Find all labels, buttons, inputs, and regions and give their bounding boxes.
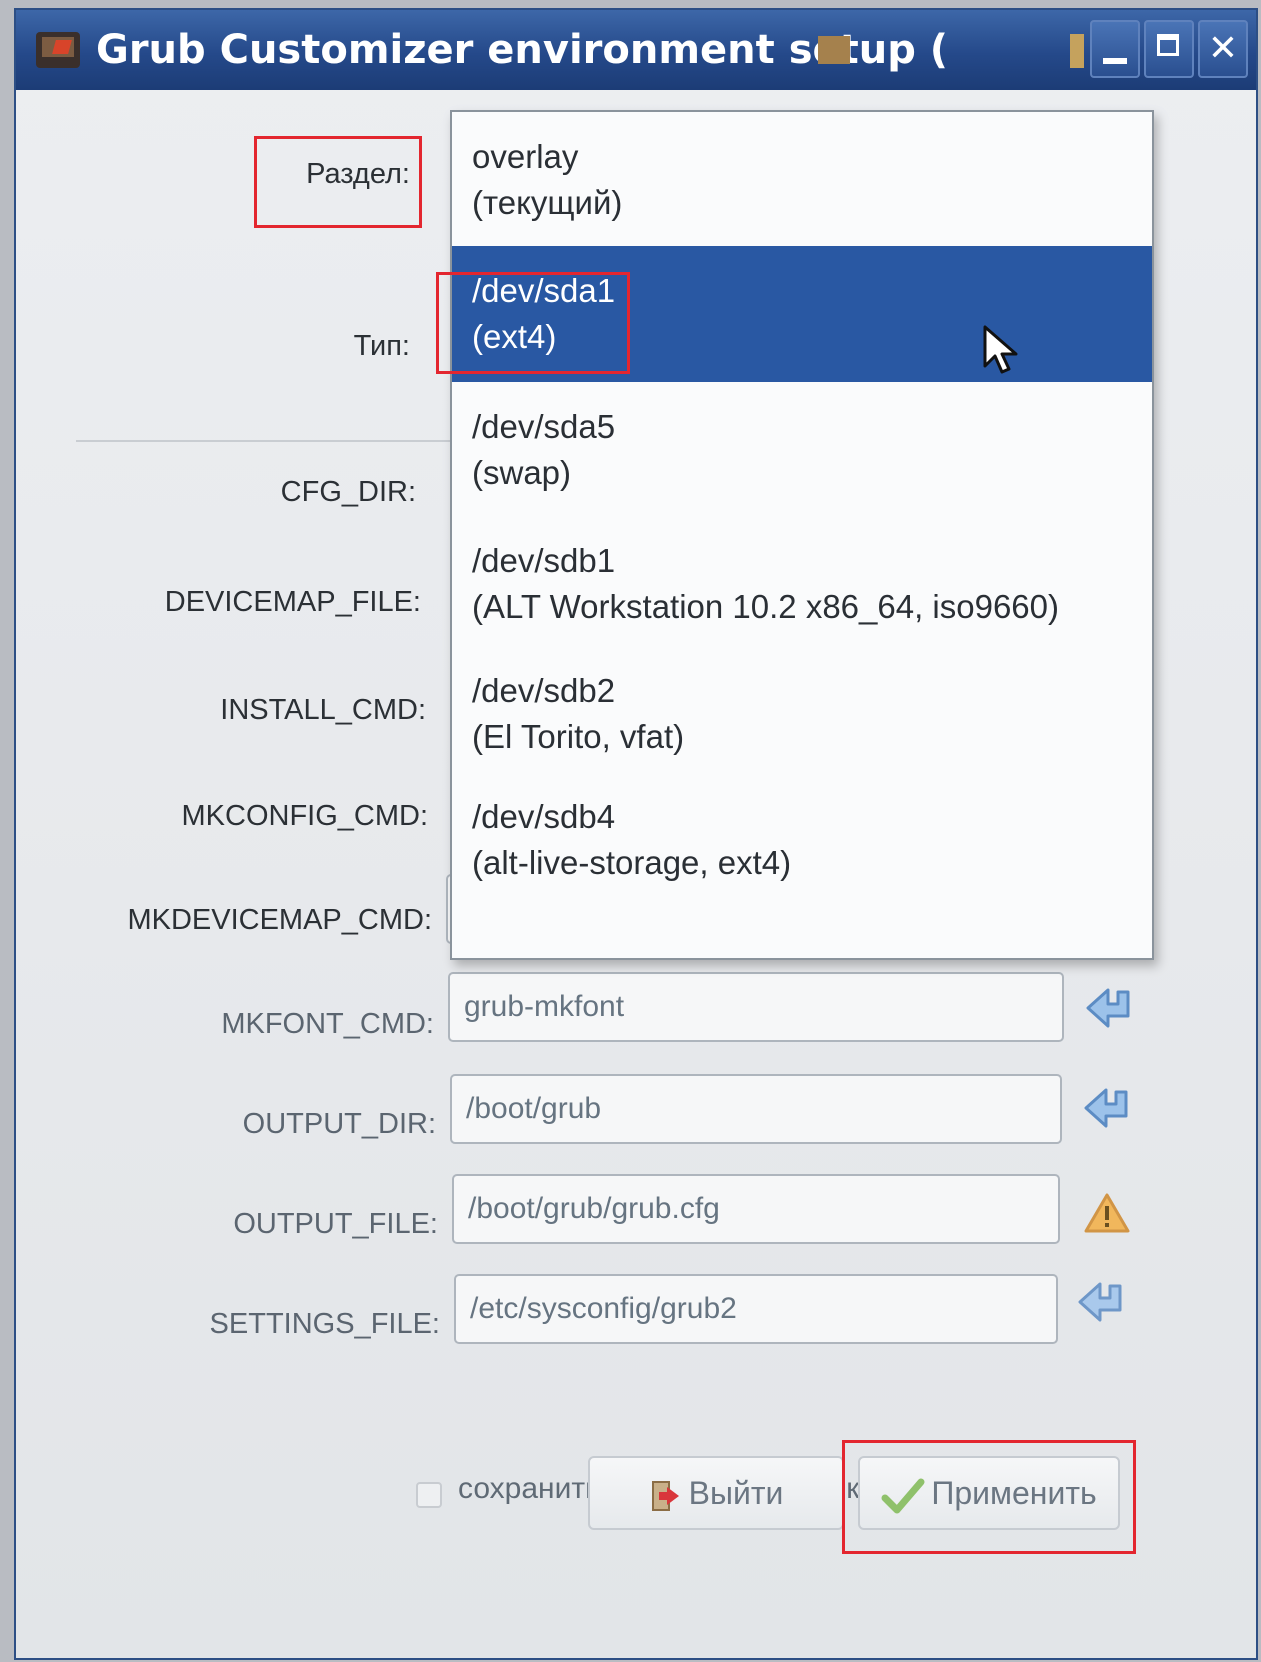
title-bar[interactable]: Grub Customizer environment setup ( ✕ (16, 10, 1256, 90)
close-button[interactable]: ✕ (1198, 20, 1248, 78)
highlight-selected-option (436, 272, 630, 374)
output-dir-label: OUTPUT_DIR: (242, 1108, 436, 1140)
partition-option[interactable]: /dev/sdb2 (El Torito, vfat) (452, 646, 1152, 780)
keep-settings-checkbox[interactable] (416, 1482, 442, 1508)
install-cmd-label: INSTALL_CMD: (220, 694, 426, 726)
output-file-input[interactable]: /boot/grub/grub.cfg (452, 1174, 1060, 1244)
title-truncated-block (818, 36, 850, 64)
mkdevicemap-cmd-label: MKDEVICEMAP_CMD: (127, 904, 432, 936)
type-label: Тип: (353, 330, 410, 362)
section-divider (76, 440, 456, 442)
revert-icon[interactable] (1082, 1086, 1138, 1130)
mkfont-cmd-label: MKFONT_CMD: (221, 1008, 434, 1040)
maximize-button[interactable] (1144, 20, 1194, 78)
exit-icon (651, 1480, 679, 1511)
partition-option[interactable]: overlay (текущий) (452, 112, 1152, 246)
warning-icon (1084, 1193, 1130, 1233)
revert-icon[interactable] (1076, 1280, 1132, 1324)
output-dir-input[interactable]: /boot/grub (450, 1074, 1062, 1144)
app-icon (36, 32, 80, 68)
settings-file-input[interactable]: /etc/sysconfig/grub2 (454, 1274, 1058, 1344)
output-file-label: OUTPUT_FILE: (233, 1208, 438, 1240)
settings-file-label: SETTINGS_FILE: (209, 1308, 440, 1340)
highlight-partition-label (254, 136, 422, 228)
exit-button-label: Выйти (688, 1475, 784, 1511)
devicemap-file-label: DEVICEMAP_FILE: (164, 586, 421, 618)
mouse-cursor-icon (983, 325, 1018, 374)
partition-dropdown-list[interactable]: overlay (текущий) /dev/sda1 (ext4) /dev/… (450, 110, 1154, 960)
exit-button[interactable]: Выйти (588, 1456, 844, 1530)
revert-icon[interactable] (1084, 986, 1140, 1030)
title-separator (1070, 34, 1084, 68)
cfg-dir-label: CFG_DIR: (280, 476, 416, 508)
partition-option[interactable]: /dev/sda5 (swap) (452, 382, 1152, 516)
partition-option[interactable]: /dev/sdb1 (ALT Workstation 10.2 x86_64, … (452, 516, 1152, 650)
minimize-button[interactable] (1090, 20, 1140, 78)
mkconfig-cmd-label: MKCONFIG_CMD: (181, 800, 429, 832)
partition-option[interactable]: /dev/sdb4 (alt-live-storage, ext4) (452, 772, 1152, 906)
highlight-apply-button (842, 1440, 1136, 1554)
mkfont-cmd-input[interactable]: grub-mkfont (448, 972, 1064, 1042)
setup-window: Grub Customizer environment setup ( ✕ Ра… (14, 8, 1258, 1660)
